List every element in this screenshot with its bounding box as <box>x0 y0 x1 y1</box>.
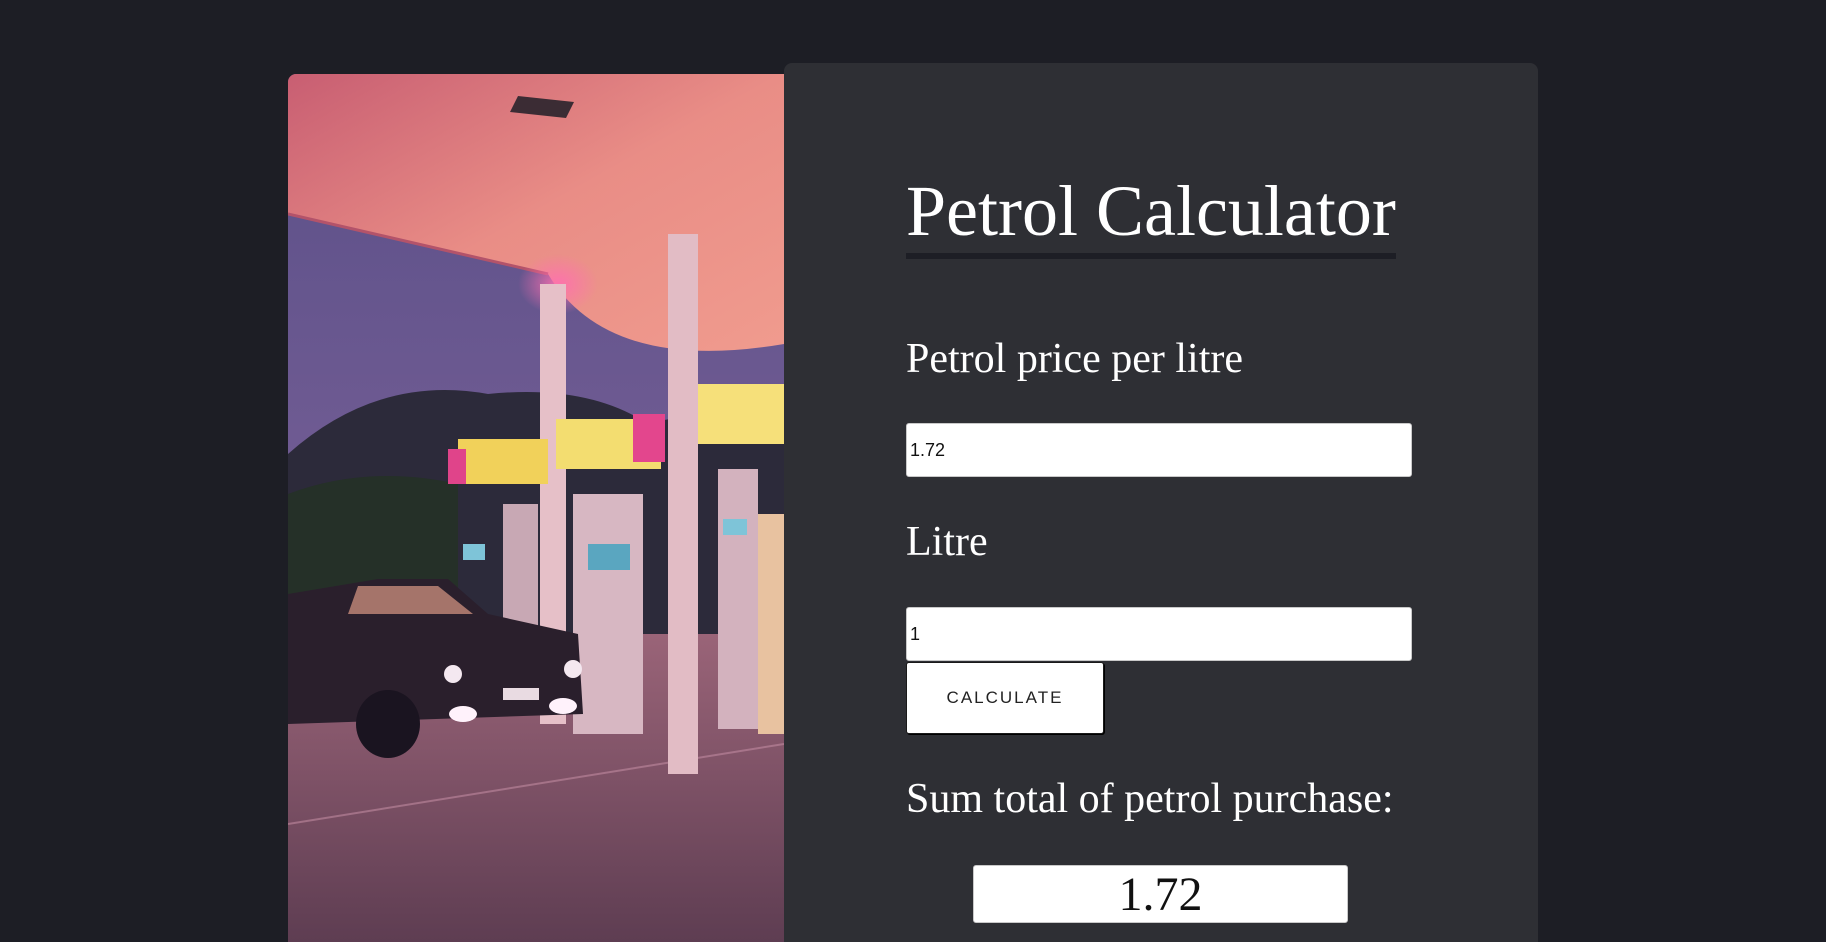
calculator-card: Petrol Calculator Petrol price per litre… <box>784 63 1538 942</box>
petrol-station-photo <box>288 74 784 942</box>
calculate-button[interactable]: CALCULATE <box>906 662 1104 734</box>
price-input[interactable] <box>906 423 1412 477</box>
result-value: 1.72 <box>973 865 1348 923</box>
litre-input[interactable] <box>906 607 1412 661</box>
litre-label: Litre <box>906 519 988 565</box>
page-title: Petrol Calculator <box>906 175 1396 259</box>
price-label: Petrol price per litre <box>906 336 1244 382</box>
result-label: Sum total of petrol purchase: <box>906 776 1394 822</box>
